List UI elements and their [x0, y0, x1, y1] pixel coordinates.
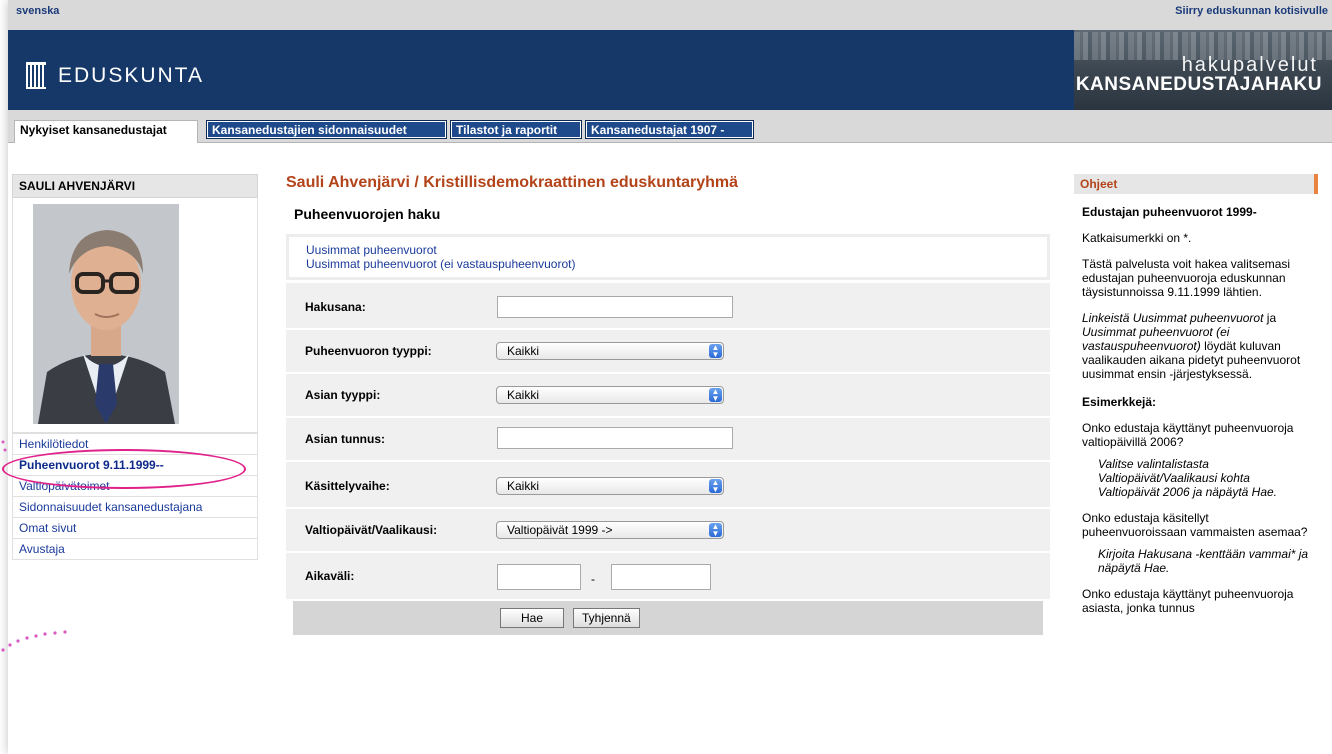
speech-type-label: Puheenvuoron tyyppi: [305, 344, 432, 358]
tab-bar: Nykyiset kansanedustajat Kansanedustajie… [8, 110, 1332, 143]
help-answer-2: Kirjoita Hakusana -kenttään vammai* ja n… [1098, 547, 1309, 575]
help-panel: Ohjeet Edustajan puheenvuorot 1999- Katk… [1074, 174, 1318, 615]
row-stage: Käsittelyvaihe: Kaikki ▲ ▼ [286, 462, 1050, 509]
help-question-3: Onko edustaja käyttänyt puheenvuoroja as… [1082, 587, 1294, 615]
sidebar-item-commitments[interactable]: Sidonnaisuudet kansanedustajana [13, 496, 257, 517]
sidebar: SAULI AHVENJÄRVI Henkilötiedot Puheenvuo… [12, 174, 258, 560]
keyword-label: Hakusana: [305, 300, 366, 314]
select-arrows-icon: ▲ ▼ [709, 479, 722, 494]
stage-label: Käsittelyvaihe: [305, 479, 390, 493]
language-link[interactable]: svenska [16, 5, 59, 17]
highlight-dots [1, 630, 67, 652]
search-button[interactable]: Hae [500, 608, 564, 628]
help-answer-1: Valitse valintalistasta Valtiopäivät/Vaa… [1098, 457, 1278, 499]
help-body: Edustajan puheenvuorot 1999- Katkaisumer… [1074, 205, 1318, 615]
page-title: Sauli Ahvenjärvi / Kristillisdemokraatti… [286, 174, 738, 191]
help-heading: Edustajan puheenvuorot 1999- [1082, 205, 1257, 219]
row-matter-id: Asian tunnus: [286, 418, 1050, 462]
photo-container [12, 198, 258, 433]
session-select[interactable]: Valtiopäivät 1999 -> ▲ ▼ [496, 521, 724, 539]
date-to-input[interactable] [611, 564, 711, 590]
logo-text: EDUSKUNTA [58, 63, 204, 87]
help-question-2: Onko edustaja käsitellyt puheenvuoroissa… [1082, 511, 1308, 539]
row-date-range: Aikaväli: - [286, 553, 1050, 599]
date-range-separator: - [591, 572, 595, 586]
latest-speeches-link[interactable]: Uusimmat puheenvuorot [306, 243, 1030, 257]
mp-portrait [33, 204, 179, 424]
eduskunta-logo[interactable]: EDUSKUNTA [26, 62, 204, 89]
section-title: Puheenvuorojen haku [294, 206, 441, 222]
service-banner: hakupalvelut KANSANEDUSTAJAHAKU [1074, 30, 1332, 110]
site-header: EDUSKUNTA hakupalvelut KANSANEDUSTAJAHAK… [8, 30, 1332, 110]
session-label: Valtiopäivät/Vaalikausi: [305, 523, 438, 537]
banner-line2: KANSANEDUSTAJAHAKU [1075, 74, 1322, 95]
stage-select[interactable]: Kaikki ▲ ▼ [496, 477, 724, 495]
help-intro: Tästä palvelusta voit hakea valitsemasi … [1082, 257, 1291, 299]
sidebar-item-parliamentary-duties[interactable]: Valtiopäivätoimet [13, 475, 257, 496]
help-examples-heading: Esimerkkejä: [1082, 395, 1157, 409]
date-range-label: Aikaväli: [305, 569, 355, 583]
sidebar-item-own-pages[interactable]: Omat sivut [13, 517, 257, 538]
top-bar: svenska Siirry eduskunnan kotisivulle [8, 0, 1332, 30]
tab-mps-1907[interactable]: Kansanedustajat 1907 - [585, 120, 754, 139]
select-arrows-icon: ▲ ▼ [709, 523, 722, 538]
select-arrows-icon: ▲ ▼ [709, 344, 722, 359]
matter-type-select[interactable]: Kaikki ▲ ▼ [496, 386, 724, 404]
date-from-input[interactable] [497, 564, 581, 590]
home-link[interactable]: Siirry eduskunnan kotisivulle [1175, 5, 1328, 17]
row-session: Valtiopäivät/Vaalikausi: Valtiopäivät 19… [286, 509, 1050, 553]
help-question-1: Onko edustaja käyttänyt puheenvuoroja va… [1082, 421, 1294, 449]
matter-id-label: Asian tunnus: [305, 432, 385, 446]
sidebar-item-speeches[interactable]: Puheenvuorot 9.11.1999-- [13, 454, 257, 475]
button-row: Hae Tyhjennä [293, 601, 1043, 635]
help-links-info: Linkeistä Uusimmat puheenvuorot ja Uusim… [1082, 311, 1301, 381]
tab-current-mps[interactable]: Nykyiset kansanedustajat [14, 120, 198, 143]
sidebar-item-personal-info[interactable]: Henkilötiedot [13, 433, 257, 454]
quick-links: Uusimmat puheenvuorot Uusimmat puheenvuo… [286, 234, 1050, 280]
tab-statistics[interactable]: Tilastot ja raportit [450, 120, 582, 139]
sidebar-item-assistant[interactable]: Avustaja [13, 538, 257, 559]
tab-commitments[interactable]: Kansanedustajien sidonnaisuudet [206, 120, 447, 139]
matter-id-input[interactable] [497, 427, 733, 449]
clear-button[interactable]: Tyhjennä [573, 608, 640, 628]
mp-name: SAULI AHVENJÄRVI [12, 174, 258, 198]
row-matter-type: Asian tyyppi: Kaikki ▲ ▼ [286, 374, 1050, 418]
main-content: Sauli Ahvenjärvi / Kristillisdemokraatti… [286, 174, 1050, 635]
help-header: Ohjeet [1074, 174, 1318, 194]
select-arrows-icon: ▲ ▼ [709, 388, 722, 403]
sidebar-nav: Henkilötiedot Puheenvuorot 9.11.1999-- V… [12, 433, 258, 560]
parliament-building-icon [26, 62, 46, 89]
matter-type-label: Asian tyyppi: [305, 388, 381, 402]
row-speech-type: Puheenvuoron tyyppi: Kaikki ▲ ▼ [286, 330, 1050, 374]
highlight-dots-top [1, 440, 7, 452]
keyword-input[interactable] [497, 296, 733, 318]
help-wildcard: Katkaisumerkki on *. [1082, 231, 1192, 245]
speech-type-select[interactable]: Kaikki ▲ ▼ [496, 342, 724, 360]
row-keyword: Hakusana: [286, 283, 1050, 330]
latest-speeches-no-replies-link[interactable]: Uusimmat puheenvuorot (ei vastauspuheenv… [306, 257, 1030, 271]
search-form: Hakusana: Puheenvuoron tyyppi: Kaikki ▲ ▼… [286, 283, 1050, 599]
